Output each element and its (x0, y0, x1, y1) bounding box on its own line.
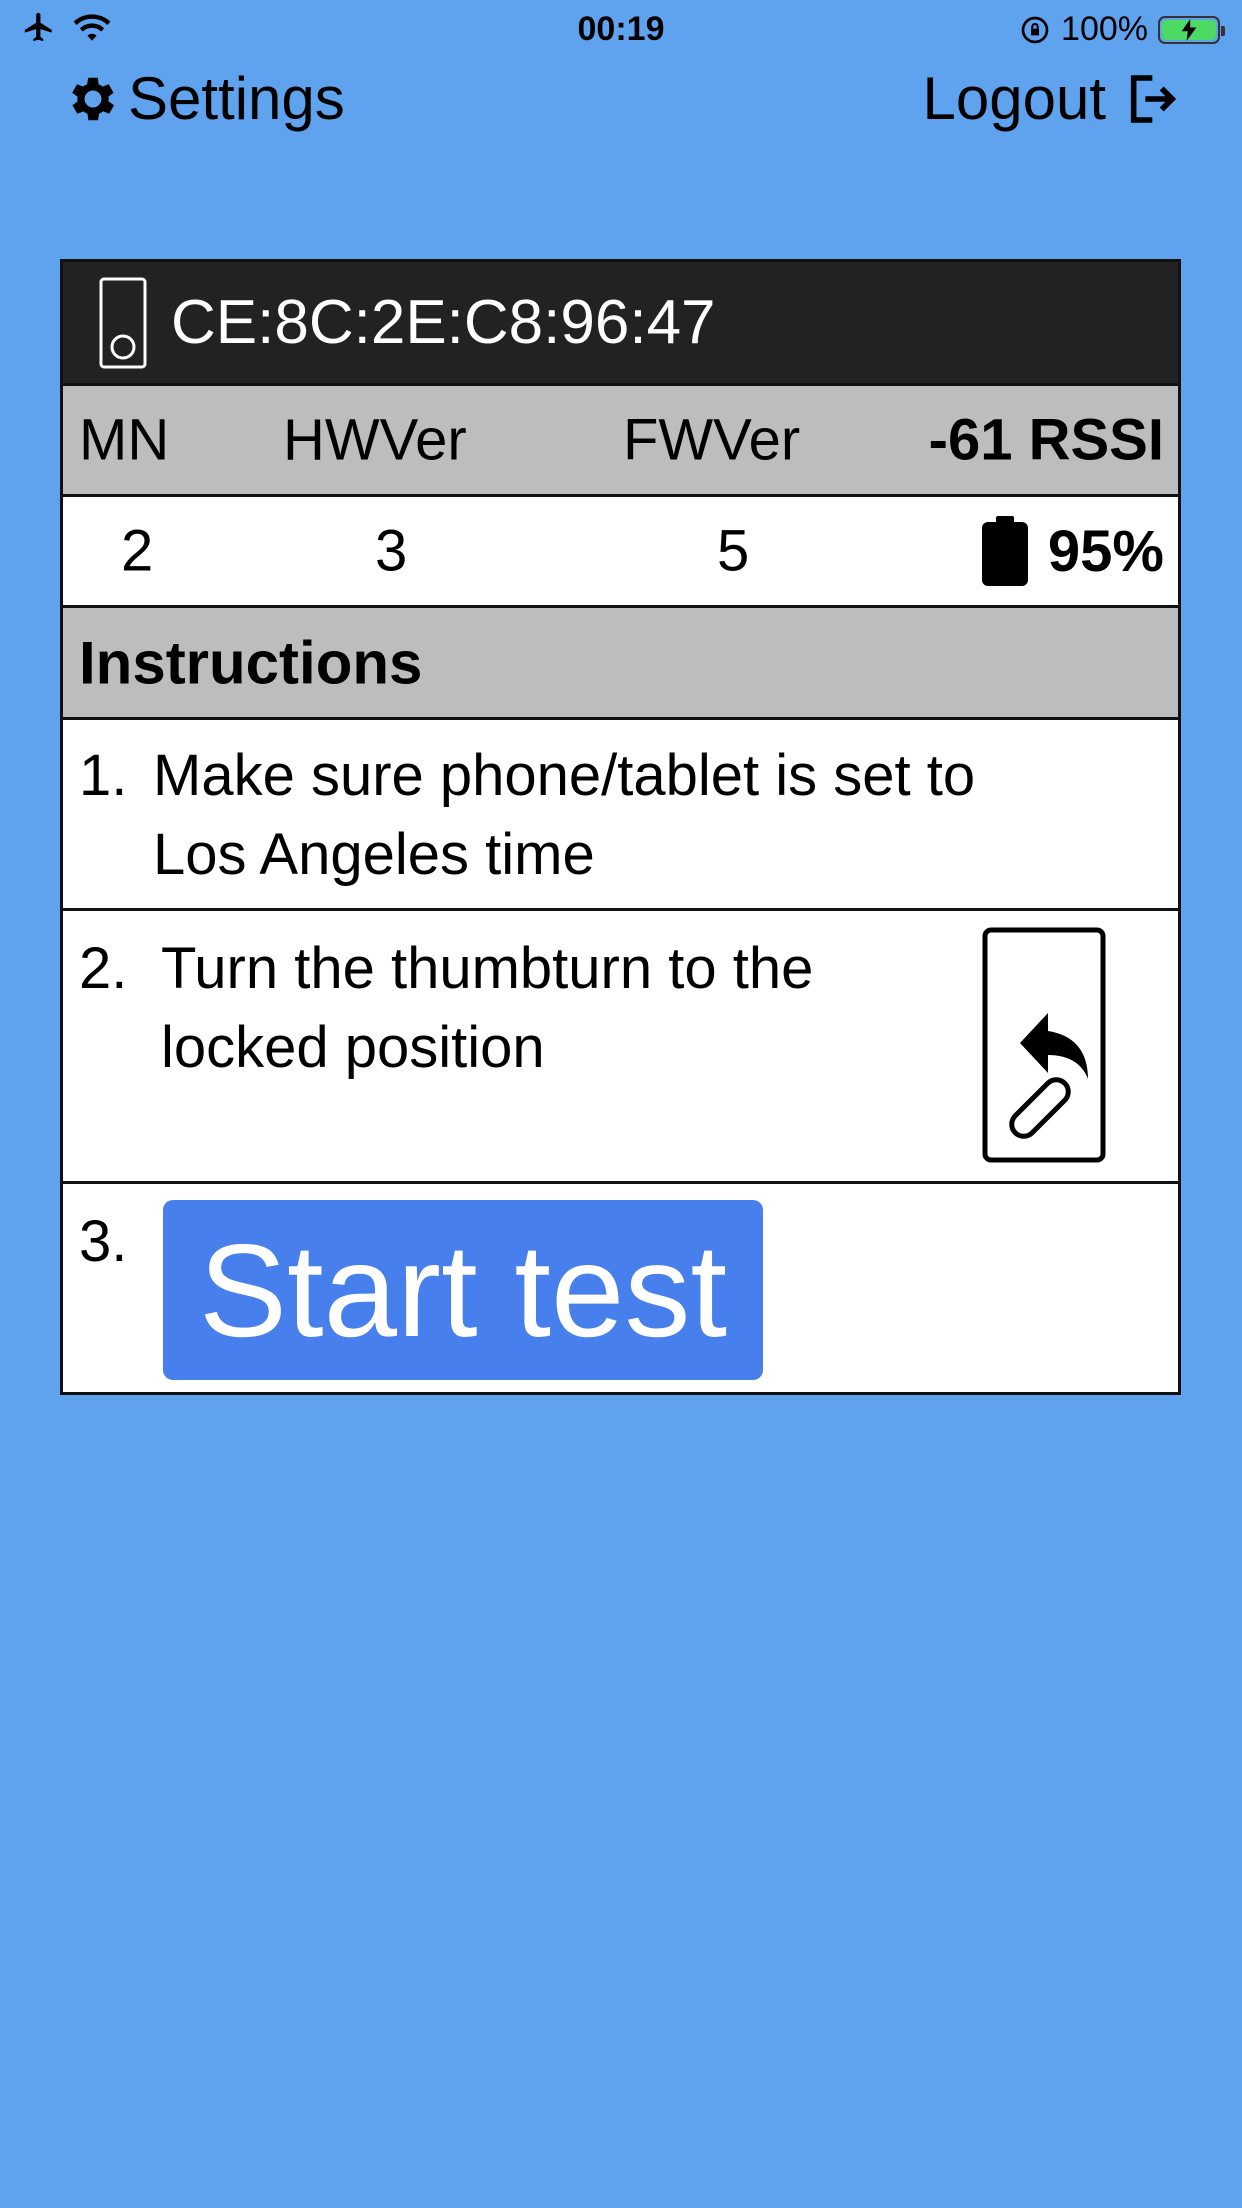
value-battery: 95% (1047, 518, 1164, 584)
device-panel: CE:8C:2E:C8:96:47 MN HWVer FWVer -61 RSS… (60, 259, 1181, 1395)
step-number: 2. (79, 936, 128, 1001)
device-header: CE:8C:2E:C8:96:47 (63, 262, 1178, 386)
instructions-header: Instructions (63, 608, 1178, 720)
instructions-title: Instructions (79, 629, 423, 696)
gear-icon (72, 77, 115, 120)
logout-icon (1130, 74, 1177, 123)
status-bar: 00:19 100% (0, 0, 1242, 62)
logout-label: Logout (922, 65, 1106, 132)
orientation-lock-icon (1021, 16, 1049, 43)
battery-charging-icon (1158, 15, 1225, 44)
status-battery-percent: 100% (1061, 10, 1148, 48)
value-fwver: 5 (717, 518, 750, 584)
status-right: 100% (1019, 10, 1225, 49)
settings-label: Settings (128, 65, 345, 132)
instruction-step-3: 3. Start test (63, 1184, 1178, 1392)
instruction-step-2: 2. Turn the thumbturn to the locked posi… (63, 911, 1178, 1184)
lock-device-icon (99, 277, 147, 368)
device-info-values: 2 3 5 95% (63, 497, 1178, 608)
step-line: locked position (161, 1015, 545, 1080)
step-line: Turn the thumbturn to the (161, 936, 814, 1001)
step-text: Turn the thumbturn to the locked positio… (161, 929, 813, 1087)
header-mn: MN (79, 407, 170, 473)
step-number: 3. (79, 1209, 128, 1274)
header-hwver: HWVer (283, 407, 467, 473)
header-rssi: -61 RSSI (928, 407, 1164, 473)
device-info-headers: MN HWVer FWVer -61 RSSI (63, 386, 1178, 497)
value-hwver: 3 (375, 518, 408, 584)
value-mn: 2 (121, 518, 154, 584)
step-number: 1. (79, 743, 128, 808)
start-test-button[interactable]: Start test (163, 1200, 763, 1380)
logout-button[interactable]: Logout (922, 64, 1178, 133)
step-line: Make sure phone/tablet is set to (153, 743, 976, 808)
step-line: Los Angeles time (153, 822, 595, 887)
header-fwver: FWVer (623, 407, 801, 473)
settings-button[interactable]: Settings (64, 64, 345, 133)
device-mac-address: CE:8C:2E:C8:96:47 (171, 288, 716, 357)
battery-status: 95% (981, 516, 1164, 586)
instruction-step-1: 1. Make sure phone/tablet is set to Los … (63, 720, 1178, 911)
step-text: Make sure phone/tablet is set to Los Ang… (153, 736, 975, 894)
thumbturn-lock-icon (982, 927, 1106, 1163)
battery-icon (981, 516, 1028, 586)
